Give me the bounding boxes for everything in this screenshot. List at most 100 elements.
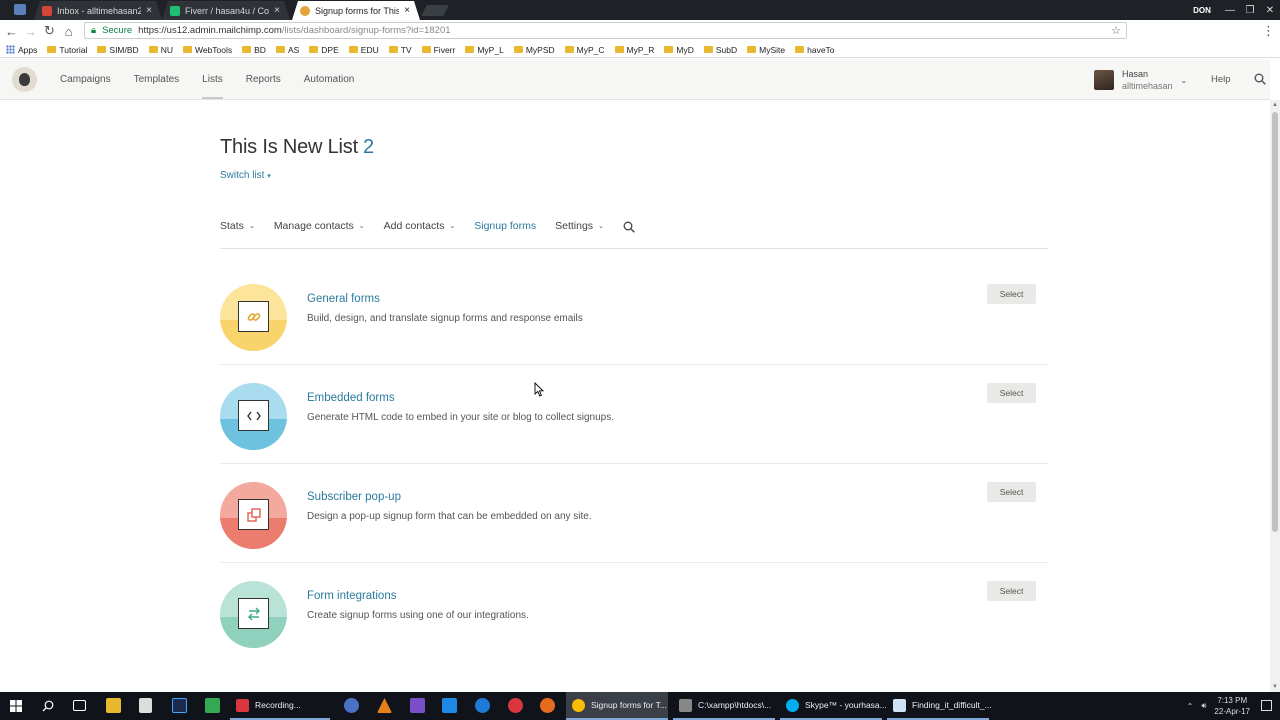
- windows-taskbar: Recording... Signup forms for T... C:\xa…: [0, 692, 1280, 720]
- folder-icon: [182, 46, 192, 53]
- tab-stats[interactable]: Stats ⌄: [220, 220, 255, 248]
- opera-icon[interactable]: [508, 698, 523, 713]
- bookmark-folder[interactable]: MySite: [747, 45, 785, 55]
- tab-settings[interactable]: Settings ⌄: [555, 220, 604, 248]
- switch-list-dropdown[interactable]: Switch list ▾: [220, 170, 271, 181]
- search-icon[interactable]: [42, 700, 54, 712]
- tab-add-contacts[interactable]: Add contacts ⌄: [384, 220, 456, 248]
- vlc-icon[interactable]: [377, 698, 392, 713]
- camtasia-icon[interactable]: [205, 698, 220, 713]
- taskbar-item-notepad[interactable]: Finding_it_difficult_...: [887, 692, 992, 720]
- chrome-menu-kebab-icon[interactable]: ⋮: [1259, 23, 1278, 39]
- app-icon[interactable]: [442, 698, 457, 713]
- bookmark-apps[interactable]: Apps: [6, 45, 37, 55]
- bookmark-folder[interactable]: SubD: [703, 45, 737, 55]
- notification-center-icon[interactable]: [1261, 700, 1272, 711]
- form-option-title[interactable]: Form integrations: [307, 590, 396, 602]
- bookmark-folder[interactable]: NU: [148, 45, 173, 55]
- scroll-up-icon[interactable]: ▲: [1272, 102, 1278, 108]
- bookmark-folder[interactable]: haveTo: [795, 45, 835, 55]
- bookmark-folder[interactable]: SIM/BD: [97, 45, 139, 55]
- account-menu[interactable]: Hasan alltimehasan ⌄: [1094, 68, 1187, 92]
- nav-lists[interactable]: Lists: [202, 74, 223, 99]
- volume-icon[interactable]: 🔊︎: [1201, 701, 1206, 711]
- profile-badge[interactable]: DON: [1192, 6, 1212, 15]
- search-icon[interactable]: [1254, 73, 1266, 85]
- chevron-up-icon[interactable]: ⌃: [1187, 702, 1194, 711]
- new-tab-button[interactable]: [421, 5, 449, 16]
- taskbar-item-chrome[interactable]: Signup forms for T...: [566, 692, 668, 720]
- bookmark-folder[interactable]: BD: [242, 45, 266, 55]
- secure-label: Secure: [102, 25, 133, 36]
- taskbar-item-explorer[interactable]: C:\xampp\htdocs\...: [673, 692, 775, 720]
- file-explorer-icon[interactable]: [106, 698, 121, 713]
- taskbar-item-recording[interactable]: Recording...: [230, 692, 330, 720]
- bookmark-folder[interactable]: AS: [275, 45, 299, 55]
- browser-tab-gmail[interactable]: Inbox - alltimehasan2@g ×: [34, 1, 162, 20]
- bookmark-star-icon[interactable]: ☆: [1111, 24, 1121, 37]
- folder-icon: [664, 46, 674, 53]
- tab-manage-contacts[interactable]: Manage contacts ⌄: [274, 220, 365, 248]
- windows-start-icon[interactable]: [10, 700, 22, 712]
- address-bar[interactable]: 🔒︎ Secure https://us12.admin.mailchimp.c…: [84, 22, 1127, 39]
- help-link[interactable]: Help: [1211, 74, 1231, 85]
- taskbar-item-skype[interactable]: Skype™ - yourhasa...: [780, 692, 887, 720]
- account-text: Hasan alltimehasan: [1122, 68, 1173, 92]
- edge-icon[interactable]: [475, 698, 490, 713]
- select-button[interactable]: Select: [987, 383, 1036, 403]
- chevron-down-icon: ⌄: [1180, 75, 1188, 85]
- reload-icon[interactable]: ↻: [40, 23, 59, 39]
- bookmark-folder[interactable]: Fiverr: [421, 45, 455, 55]
- bookmark-folder[interactable]: MyP_C: [564, 45, 605, 55]
- bookmark-folder[interactable]: TV: [388, 45, 412, 55]
- browser-tab-fiverr[interactable]: Fiverr / hasan4u / Conve ×: [162, 1, 290, 20]
- close-tab-icon[interactable]: ×: [146, 5, 152, 16]
- search-icon[interactable]: [623, 221, 635, 233]
- close-tab-icon[interactable]: ×: [274, 5, 280, 16]
- browser-tab-mailchimp[interactable]: Signup forms for This is ×: [292, 1, 420, 20]
- folder-icon: [564, 46, 574, 53]
- store-icon[interactable]: [139, 698, 152, 713]
- back-icon[interactable]: ←: [2, 24, 21, 39]
- embedded-forms-illustration: [220, 383, 287, 450]
- nav-templates[interactable]: Templates: [134, 74, 180, 85]
- nav-automation[interactable]: Automation: [304, 74, 355, 85]
- visual-studio-icon[interactable]: [410, 698, 425, 713]
- clock[interactable]: 7:13 PM 22-Apr-17: [1214, 695, 1250, 717]
- close-tab-icon[interactable]: ×: [404, 5, 410, 16]
- photoshop-icon[interactable]: [172, 698, 187, 713]
- select-button[interactable]: Select: [987, 284, 1036, 304]
- app-icon[interactable]: [344, 698, 359, 713]
- popup-icon: [246, 507, 261, 522]
- form-option-title[interactable]: Embedded forms: [307, 392, 395, 404]
- scrollbar-thumb[interactable]: [1272, 112, 1278, 532]
- scroll-down-icon[interactable]: ▼: [1272, 684, 1278, 690]
- bookmark-folder[interactable]: DPE: [309, 45, 339, 55]
- form-option-title[interactable]: Subscriber pop-up: [307, 491, 401, 503]
- folder-icon: [614, 46, 624, 53]
- select-button[interactable]: Select: [987, 482, 1036, 502]
- task-view-icon[interactable]: [73, 700, 86, 711]
- forward-icon[interactable]: →: [21, 24, 40, 39]
- restore-icon[interactable]: ❐: [1240, 5, 1260, 16]
- minimize-icon[interactable]: —: [1220, 5, 1240, 16]
- bookmark-folder[interactable]: Tutorial: [47, 45, 87, 55]
- nav-campaigns[interactable]: Campaigns: [60, 74, 111, 85]
- chrome-menu-icon[interactable]: [14, 4, 26, 15]
- form-option-description: Generate HTML code to embed in your site…: [307, 412, 615, 423]
- bookmark-folder[interactable]: MyPSD: [513, 45, 555, 55]
- nav-reports[interactable]: Reports: [246, 74, 281, 85]
- bookmark-folder[interactable]: MyD: [664, 45, 694, 55]
- firefox-icon[interactable]: [540, 698, 555, 713]
- form-option-title[interactable]: General forms: [307, 293, 380, 305]
- bookmark-folder[interactable]: MyP_L: [465, 45, 504, 55]
- select-button[interactable]: Select: [987, 581, 1036, 601]
- tab-signup-forms[interactable]: Signup forms: [474, 220, 536, 248]
- bookmark-folder[interactable]: WebTools: [182, 45, 232, 55]
- bookmark-folder[interactable]: EDU: [348, 45, 379, 55]
- home-icon[interactable]: ⌂: [59, 24, 78, 39]
- bookmark-folder[interactable]: MyP_R: [614, 45, 654, 55]
- page-scrollbar[interactable]: ▲ ▼: [1270, 100, 1280, 692]
- close-window-icon[interactable]: ✕: [1260, 5, 1280, 16]
- mailchimp-logo-icon[interactable]: [12, 67, 37, 92]
